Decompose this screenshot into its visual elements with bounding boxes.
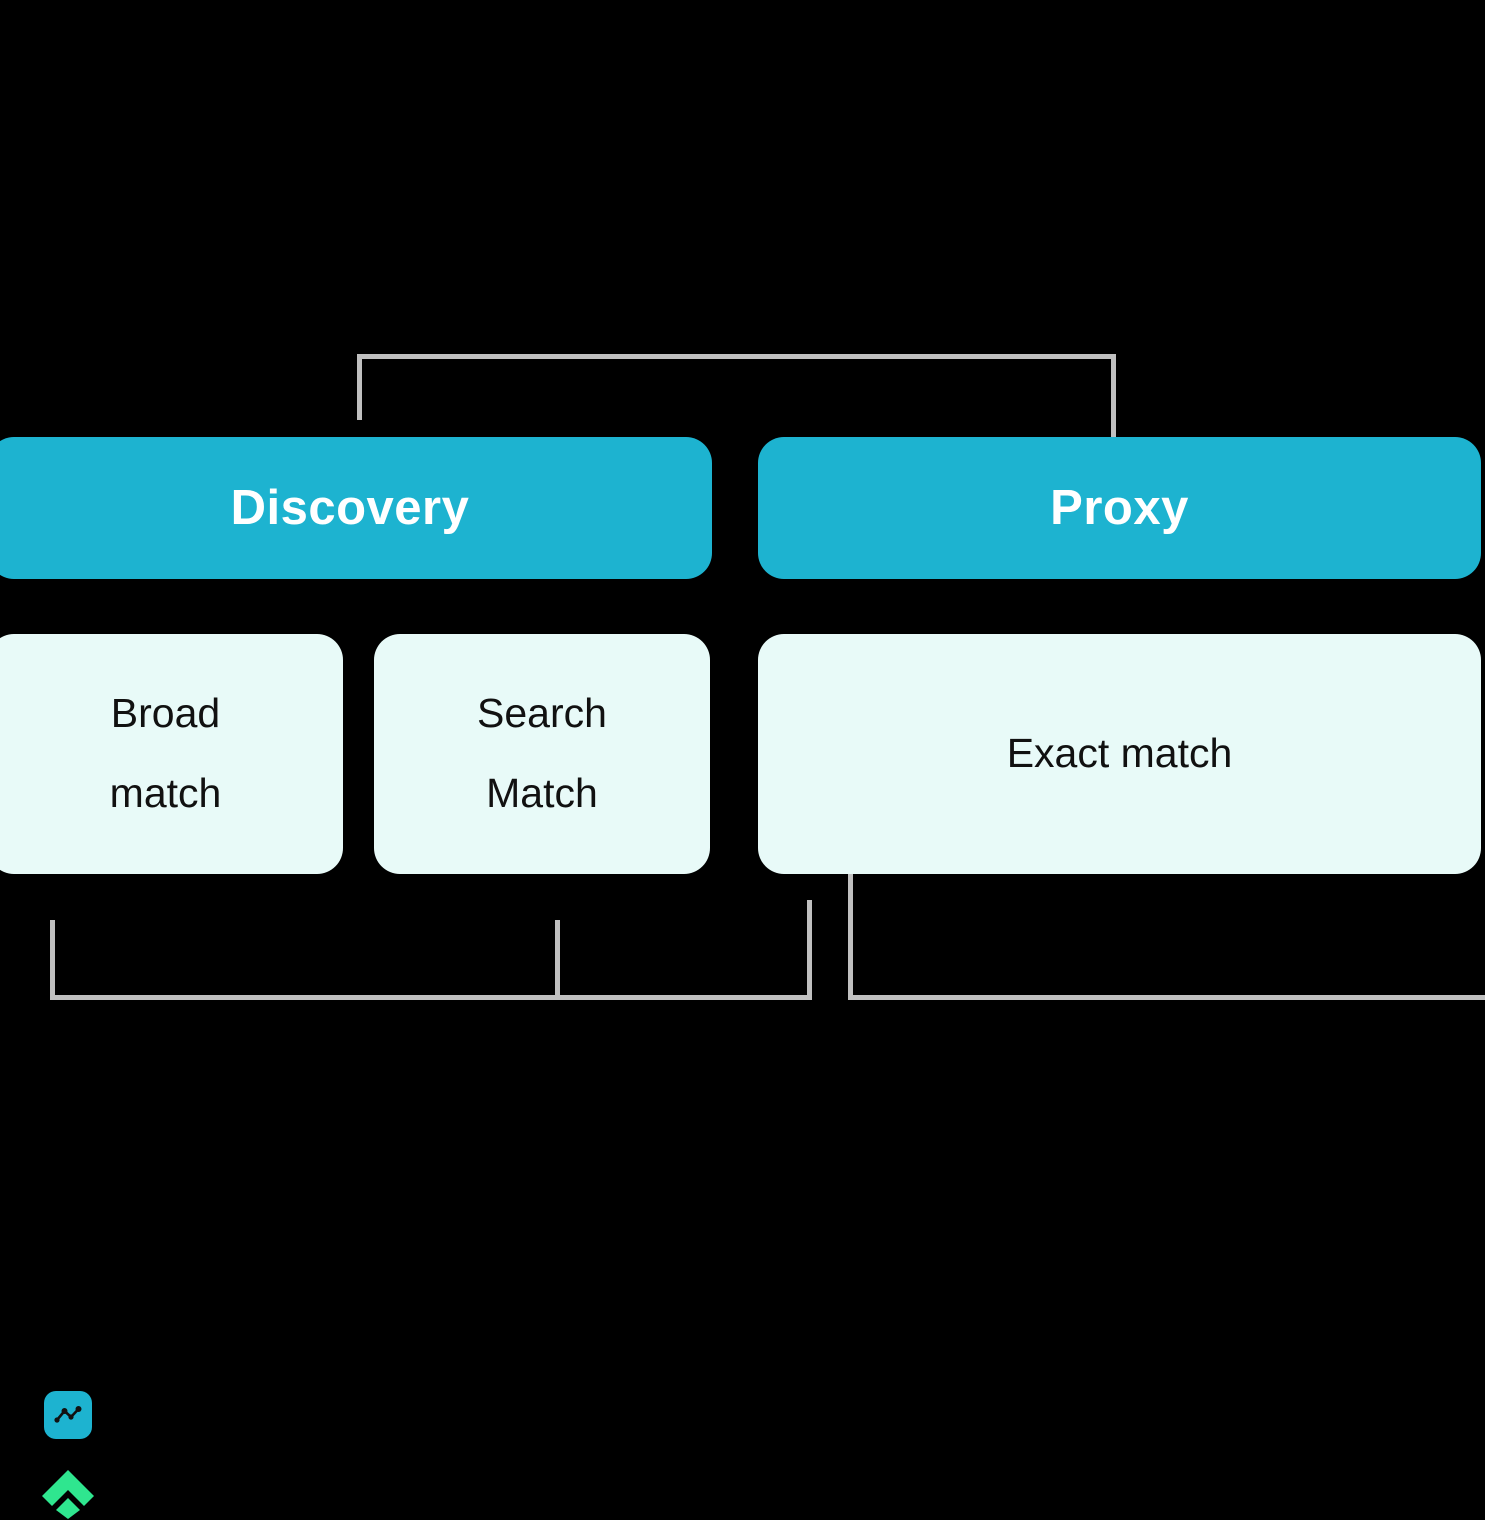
node-exact-match[interactable]: Exact match [758,634,1481,874]
diagram-canvas: Discovery Proxy Broad match Search Match… [0,0,1485,1520]
connector-bottom-right-stub [848,874,853,998]
node-proxy-label: Proxy [1050,481,1189,535]
connector-top-left-stub [357,354,362,420]
node-search-match-label-line1: Search [477,690,607,737]
connector-top-horizontal [357,354,1116,359]
connector-top-right-to-proxy [1111,354,1116,439]
node-search-match-label: Search Match [477,674,607,834]
node-discovery-label: Discovery [230,481,470,535]
network-graph-icon [44,1391,92,1439]
connector-bottom-left-horizontal [50,995,812,1000]
connector-bottom-left-stub-1 [50,920,55,998]
chevron-diamond-logo [40,1468,96,1520]
node-broad-match-label-line1: Broad [110,690,221,737]
node-exact-match-label: Exact match [1006,730,1233,777]
node-discovery[interactable]: Discovery [0,437,712,579]
node-search-match[interactable]: Search Match [374,634,710,874]
node-broad-match[interactable]: Broad match [0,634,343,874]
node-proxy[interactable]: Proxy [758,437,1481,579]
node-broad-match-label: Broad match [110,674,222,834]
connector-bottom-left-stub-2 [555,920,560,998]
node-broad-match-label-line2: match [109,770,222,816]
connector-bottom-left-stub-3 [807,900,812,998]
connector-bottom-right-horizontal [848,995,1485,1000]
node-search-match-label-line2: Match [486,770,598,816]
